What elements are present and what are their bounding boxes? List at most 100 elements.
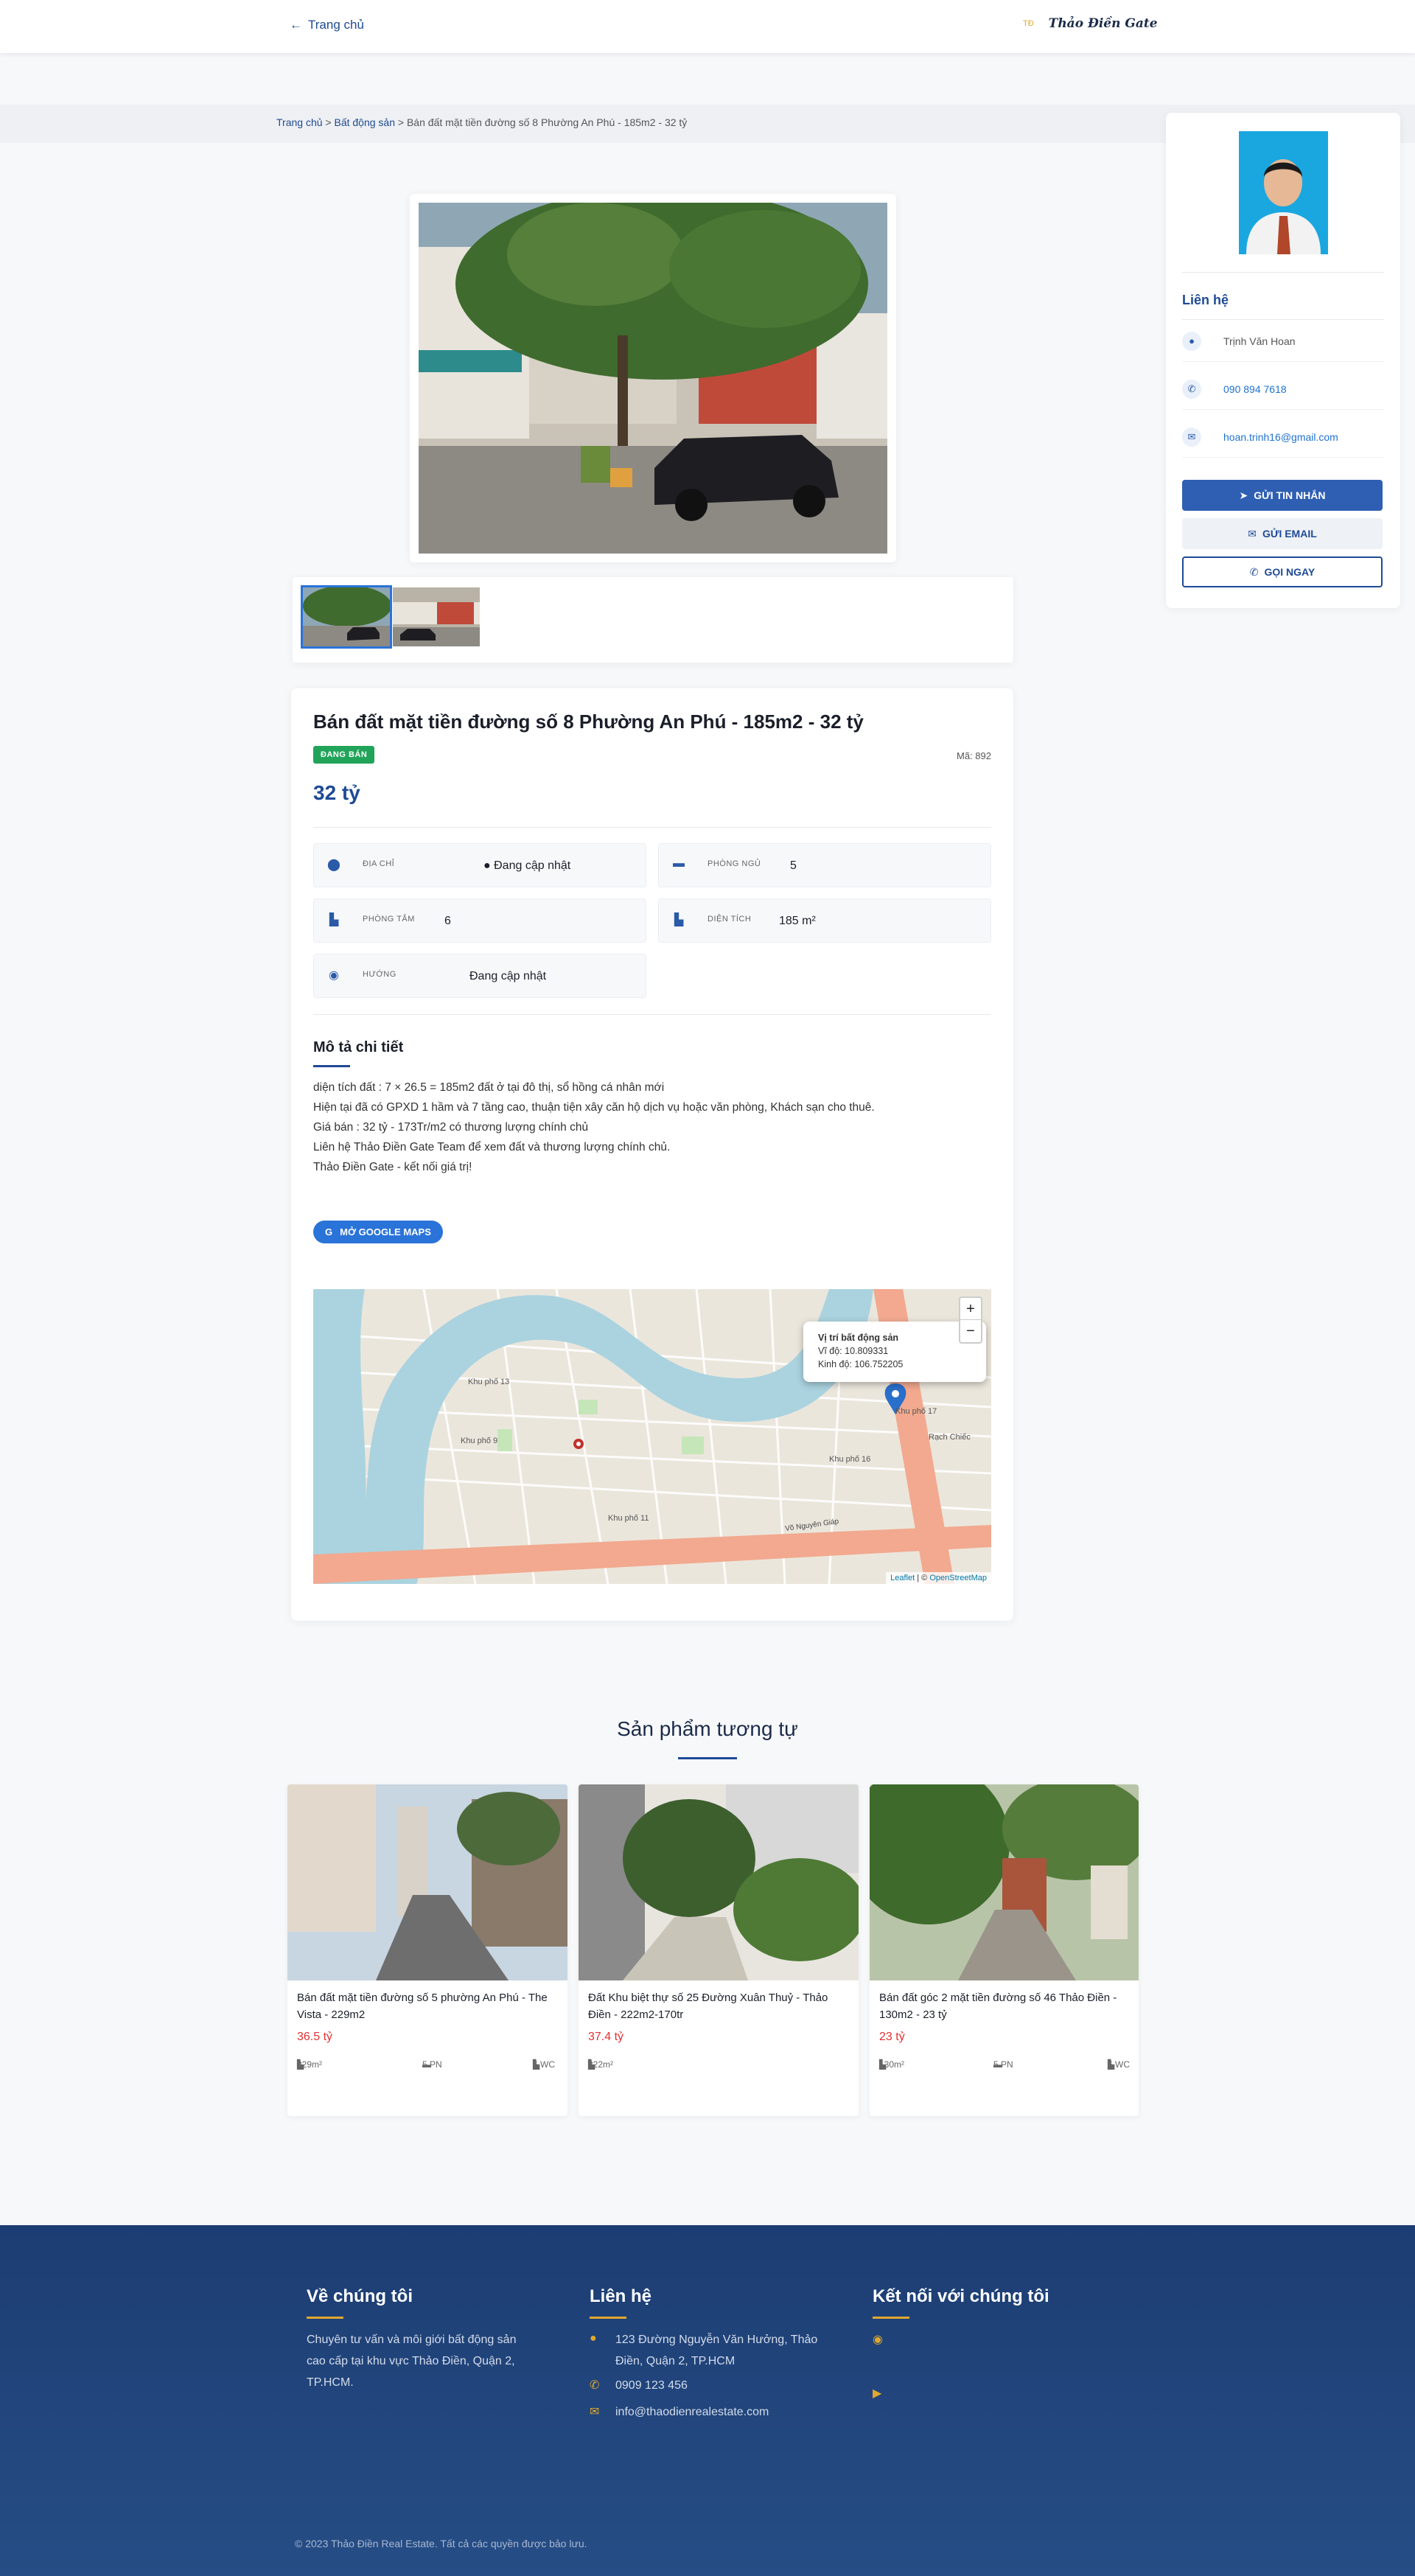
similar-photo xyxy=(870,1784,1139,1980)
location-map[interactable]: Khu phố 13 Khu phố 9 Khu phố 16 Khu phố … xyxy=(313,1289,991,1584)
ruler-icon: ▙ xyxy=(588,2059,595,2070)
address-value: Đang cập nhật xyxy=(494,859,571,872)
map-zoom-control: + − xyxy=(959,1296,982,1344)
attrib-separator: | © xyxy=(915,1574,930,1582)
spec-label: DIỆN TÍCH xyxy=(708,915,752,924)
send-email-button[interactable]: ✉ GỬI EMAIL xyxy=(1182,518,1383,549)
back-home-link[interactable]: ← Trang chủ xyxy=(290,18,364,32)
footer-about-text: Chuyên tư vấn và môi giới bất động sản c… xyxy=(307,2329,516,2393)
map-pin-icon: ⬤ xyxy=(327,859,340,871)
map-marker-icon: ● xyxy=(483,859,491,872)
compass-icon: ◉ xyxy=(329,969,339,982)
similar-card[interactable]: Đất Khu biệt thự số 25 Đường Xuân Thuỷ -… xyxy=(579,1784,859,2116)
bath-icon: ▙ xyxy=(1108,2059,1115,2070)
footer-contact-heading: Liên hệ xyxy=(590,2286,652,2306)
breadcrumb-category[interactable]: Bất động sản xyxy=(334,116,395,128)
spec-label: HƯỚNG xyxy=(363,970,396,979)
spec-bathrooms: ▙ PHÒNG TẮM 6 xyxy=(313,898,646,943)
address-line: Điền, Quận 2, TP.HCM xyxy=(615,2355,736,2367)
similar-title[interactable]: Bán đất góc 2 mặt tiền đường số 46 Thảo … xyxy=(879,1989,1139,2023)
main-photo-frame xyxy=(410,194,896,562)
spec-value: 6 xyxy=(444,915,451,927)
footer-email[interactable]: info@thaodienrealestate.com xyxy=(615,2401,769,2423)
spec-value: ● Đang cập nhật xyxy=(483,859,570,873)
spec-address: ⬤ ĐỊA CHỈ ● Đang cập nhật xyxy=(313,843,646,887)
google-maps-label: MỞ GOOGLE MAPS xyxy=(340,1226,431,1238)
osm-link[interactable]: OpenStreetMap xyxy=(929,1574,987,1582)
contact-phone-row[interactable]: ✆ 090 894 7618 xyxy=(1182,369,1384,410)
description-line: Thảo Điền Gate - kết nối giá trị! xyxy=(313,1161,472,1173)
bed-spec: ▬ 5 PN xyxy=(422,2059,442,2070)
description-line: Hiện tại đã có GPXD 1 hầm và 7 tầng cao,… xyxy=(313,1101,875,1114)
similar-heading: Sản phẩm tương tự xyxy=(617,1717,798,1740)
send-message-button[interactable]: ➤ GỬI TIN NHẮN xyxy=(1182,480,1383,511)
contact-heading: Liên hệ xyxy=(1182,293,1229,307)
envelope-icon: ✉ xyxy=(1182,427,1201,447)
bed-spec: ▬ 5 PN xyxy=(993,2059,1013,2070)
about-line: cao cấp tại khu vực Thảo Điền, Quận 2, xyxy=(307,2355,515,2367)
envelope-icon: ✉ xyxy=(1248,527,1257,540)
top-navbar: ← Trang chủ TĐ Thảo Điền Gate xyxy=(0,0,1415,53)
call-now-button[interactable]: ✆ GỌI NGAY xyxy=(1182,556,1383,587)
map-attribution: Leaflet | © OpenStreetMap xyxy=(886,1572,991,1584)
bath-icon: ▙ xyxy=(329,914,339,926)
spec-area: ▙ DIỆN TÍCH 185 m² xyxy=(658,898,991,943)
google-icon: G xyxy=(325,1226,333,1238)
heading-underline xyxy=(678,1757,737,1759)
thumbnail-1[interactable] xyxy=(301,585,392,649)
listing-code: Mã: 892 xyxy=(957,750,991,761)
similar-card[interactable]: Bán đất góc 2 mặt tiền đường số 46 Thảo … xyxy=(870,1784,1139,2116)
zoom-out-button[interactable]: − xyxy=(960,1320,981,1342)
bed-icon: ▬ xyxy=(993,2059,1002,2070)
footer-social-heading: Kết nối với chúng tôi xyxy=(873,2286,1049,2306)
main-photo[interactable] xyxy=(419,203,887,554)
description-line: Giá bán : 32 tỷ - 173Tr/m2 có thương lượ… xyxy=(313,1121,589,1134)
facebook-icon[interactable]: ◉ xyxy=(873,2332,883,2347)
leaflet-link[interactable]: Leaflet xyxy=(890,1574,915,1582)
spec-value: 185 m² xyxy=(779,915,816,927)
address-line: 123 Đường Nguyễn Văn Hưởng, Thảo xyxy=(615,2334,818,2346)
similar-price: 23 tỷ xyxy=(879,2031,905,2043)
footer-phone[interactable]: 0909 123 456 xyxy=(615,2375,688,2396)
map-marker-icon: ● xyxy=(590,2332,597,2345)
envelope-icon: ✉ xyxy=(590,2406,600,2418)
about-line: TP.HCM. xyxy=(307,2376,354,2389)
similar-title[interactable]: Đất Khu biệt thự số 25 Đường Xuân Thuỷ -… xyxy=(588,1989,853,2023)
divider xyxy=(313,1014,991,1015)
map-label: Khu phố 16 xyxy=(829,1455,871,1464)
spec-value: Đang cập nhật xyxy=(469,970,547,982)
divider xyxy=(1182,272,1384,273)
thumbnail-strip xyxy=(293,577,1013,663)
thumbnail-2[interactable] xyxy=(393,587,480,646)
spec-value: 5 xyxy=(790,859,797,872)
listing-detail-card: Bán đất mặt tiền đường số 8 Phường An Ph… xyxy=(291,688,1013,1621)
about-line: Chuyên tư vấn và môi giới bất động sản xyxy=(307,2334,517,2346)
zoom-in-button[interactable]: + xyxy=(960,1298,981,1320)
similar-title[interactable]: Bán đất mặt tiền đường số 5 phường An Ph… xyxy=(297,1989,562,2023)
description-line: diện tích đất : 7 × 26.5 = 185m2 đất ở t… xyxy=(313,1081,665,1094)
ruler-icon: ▙ xyxy=(674,914,684,926)
map-label: Khu phố 17 xyxy=(895,1407,937,1416)
similar-card[interactable]: Bán đất mặt tiền đường số 5 phường An Ph… xyxy=(287,1784,567,2116)
send-message-label: GỬI TIN NHẮN xyxy=(1254,489,1326,501)
breadcrumb-current: Bán đất mặt tiền đường số 8 Phường An Ph… xyxy=(406,116,688,128)
agent-phone[interactable]: 090 894 7618 xyxy=(1223,383,1287,395)
bed-icon: ▬ xyxy=(422,2059,431,2070)
spec-bedrooms: ▬ PHÒNG NGỦ 5 xyxy=(658,843,991,887)
phone-icon: ✆ xyxy=(1182,380,1201,399)
contact-email-row[interactable]: ✉ hoan.trinh16@gmail.com xyxy=(1182,417,1384,458)
send-email-label: GỬI EMAIL xyxy=(1262,528,1317,540)
spec-label: ĐỊA CHỈ xyxy=(363,859,395,868)
site-logo[interactable]: TĐ Thảo Điền Gate xyxy=(1023,16,1158,31)
heading-underline xyxy=(873,2317,909,2319)
open-google-maps-button[interactable]: G MỞ GOOGLE MAPS xyxy=(313,1221,443,1243)
spec-label: PHÒNG TẮM xyxy=(363,915,415,924)
heading-underline xyxy=(590,2317,626,2319)
bath-spec: ▙ 6 WC xyxy=(533,2059,555,2070)
breadcrumb-home[interactable]: Trang chủ xyxy=(276,116,323,128)
agent-email[interactable]: hoan.trinh16@gmail.com xyxy=(1223,431,1338,443)
status-badge: ĐANG BÁN xyxy=(313,746,375,764)
heading-underline xyxy=(313,1065,350,1067)
youtube-icon[interactable]: ▶ xyxy=(873,2386,881,2401)
heading-underline xyxy=(307,2317,343,2319)
